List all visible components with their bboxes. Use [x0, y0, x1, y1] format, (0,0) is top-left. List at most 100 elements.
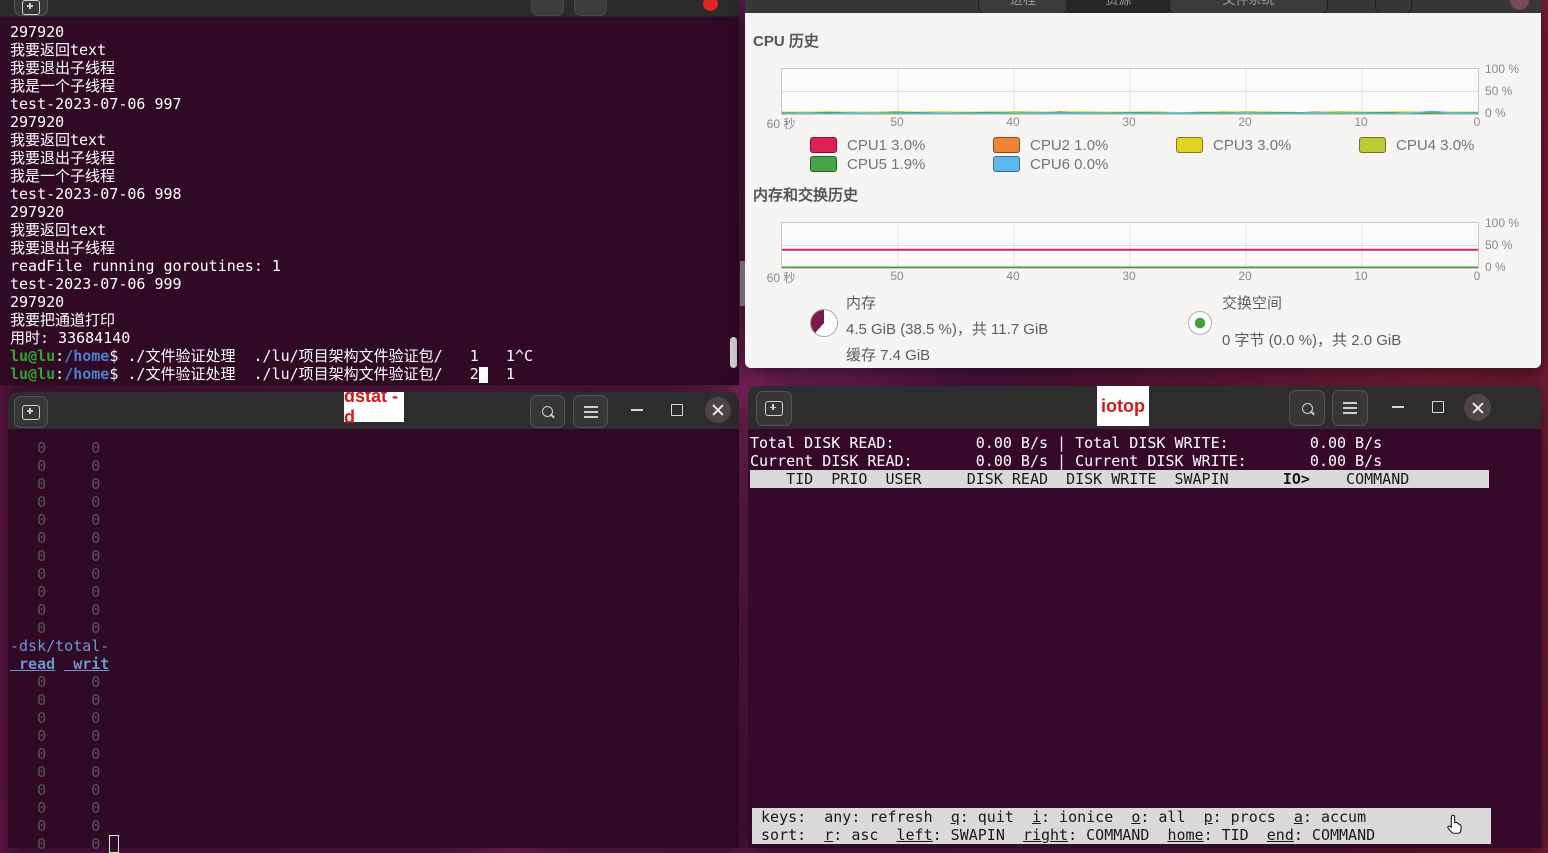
swap-usage: 0 字节 (0.0 %)，共 2.0 GiB: [1222, 329, 1401, 350]
minimize-icon[interactable]: [1392, 406, 1404, 408]
terminal-scrollbar[interactable]: [730, 337, 737, 368]
hamburger-icon: [584, 411, 598, 413]
iotop-terminal-window: iotop Total DISK READ: 0.00 B/s | Total …: [748, 386, 1541, 848]
iotop-footer: keys: any: refresh q: quit i: ionice o: …: [750, 803, 1491, 844]
terminal-headerbar: [0, 0, 739, 17]
menu-button[interactable]: [1332, 390, 1368, 426]
cpu-history-chart: [781, 68, 1479, 115]
search-icon: [542, 406, 553, 417]
hamburger-icon: [1343, 407, 1357, 409]
tab-filesystems-label: 文件系统: [1222, 0, 1274, 8]
terminal-output: 297920我要返回text我要退出子线程我是一个子线程test-2023-07…: [0, 17, 739, 383]
new-tab-button[interactable]: [14, 396, 48, 428]
legend-label: CPU1 3.0%: [847, 137, 925, 154]
avatar-icon: [1510, 0, 1529, 10]
memory-history-chart: [781, 222, 1479, 269]
search-button[interactable]: [530, 395, 565, 428]
swap-label: 交换空间: [1222, 292, 1401, 313]
maximize-icon[interactable]: [1432, 401, 1444, 413]
legend-swatch: [1359, 137, 1386, 153]
close-button[interactable]: [1464, 394, 1491, 421]
legend-swatch: [993, 137, 1020, 153]
dstat-terminal-window: dstat -d 0 0 0 0 0 0 0 0 0 0 0 0 0 0 0 0…: [8, 392, 739, 848]
new-tab-icon: [765, 401, 783, 416]
dstat-headerbar: dstat -d: [8, 392, 739, 429]
cpu-ytick-50: 50 %: [1485, 84, 1512, 98]
close-icon: [711, 403, 725, 417]
x-tick-label: 50: [890, 269, 903, 283]
tab-processes[interactable]: 进程: [978, 0, 1068, 13]
search-button[interactable]: [1289, 390, 1325, 426]
x-tick-label: 50: [890, 115, 903, 129]
mem-ytick-0: 0 %: [1485, 260, 1506, 274]
legend-swatch: [1176, 137, 1203, 153]
cpu-legend: CPU1 3.0% CPU2 1.0% CPU3 3.0% CPU4 3.0% CPU5…: [810, 136, 1542, 173]
memory-label: 内存: [846, 292, 1048, 313]
new-tab-button[interactable]: [756, 391, 792, 426]
unknown-button-2[interactable]: [574, 0, 607, 16]
dstat-output: 0 0 0 0 0 0 0 0 0 0 0 0 0 0 0 0 0 0 0 0 …: [8, 429, 739, 853]
cpu-x-axis: 60 秒50403020100: [781, 115, 1477, 129]
new-tab-button[interactable]: [14, 0, 48, 16]
legend-item: CPU1 3.0%: [810, 136, 993, 154]
memory-usage: 4.5 GiB (38.5 %)，共 11.7 GiB: [846, 318, 1048, 339]
swap-circle-icon: [1188, 311, 1212, 335]
minimize-icon[interactable]: [631, 409, 643, 411]
x-tick-label: 30: [1122, 269, 1135, 283]
recording-indicator-icon: [703, 0, 718, 11]
memory-summary: 内存 4.5 GiB (38.5 %)，共 11.7 GiB 缓存 7.4 Gi…: [810, 292, 1048, 365]
x-tick-label: 10: [1354, 115, 1367, 129]
terminal-window-main: 297920我要返回text我要退出子线程我是一个子线程test-2023-07…: [0, 0, 739, 385]
system-monitor-headerbar: 进程 资源 文件系统: [745, 0, 1541, 13]
close-button[interactable]: [705, 397, 731, 423]
legend-swatch: [810, 137, 837, 153]
maximize-icon[interactable]: [671, 404, 683, 416]
window-title-annotation: dstat -d: [344, 392, 404, 422]
x-tick-label: 60 秒: [767, 269, 796, 286]
legend-label: CPU5 1.9%: [847, 156, 925, 173]
legend-label: CPU2 1.0%: [1030, 137, 1108, 154]
tab-filesystems[interactable]: 文件系统: [1169, 0, 1328, 13]
cpu-history-title: CPU 历史: [753, 30, 819, 51]
legend-label: CPU4 3.0%: [1396, 137, 1474, 154]
x-tick-label: 10: [1354, 269, 1367, 283]
swap-summary: 交换空间 0 字节 (0.0 %)，共 2.0 GiB: [1188, 292, 1401, 350]
iotop-headerbar: iotop: [748, 386, 1541, 429]
memory-cache: 缓存 7.4 GiB: [846, 344, 1048, 365]
menu-button[interactable]: [573, 395, 608, 428]
x-tick-label: 20: [1238, 269, 1251, 283]
close-icon: [1471, 401, 1485, 415]
mem-ytick-100: 100 %: [1485, 216, 1519, 230]
x-tick-label: 60 秒: [767, 115, 796, 132]
legend-item: CPU5 1.9%: [810, 155, 993, 173]
x-tick-label: 40: [1006, 115, 1019, 129]
x-tick-label: 20: [1238, 115, 1251, 129]
unknown-button-1[interactable]: [531, 0, 564, 16]
memory-history-title: 内存和交换历史: [753, 184, 858, 205]
window-edge-handle: [740, 261, 745, 306]
x-tick-label: 0: [1474, 269, 1481, 283]
iotop-output-top: Total DISK READ: 0.00 B/s | Total DISK W…: [748, 429, 1541, 488]
memory-x-axis: 60 秒50403020100: [781, 269, 1477, 283]
memory-pie-icon: [810, 309, 838, 337]
legend-label: CPU3 3.0%: [1213, 137, 1291, 154]
x-tick-label: 0: [1474, 115, 1481, 129]
legend-item: CPU2 1.0%: [993, 136, 1176, 154]
system-monitor-window: 进程 资源 文件系统 CPU 历史 60 秒50403020100 100 % …: [745, 0, 1541, 368]
legend-swatch: [993, 156, 1020, 172]
mouse-cursor-hand-icon: [1444, 811, 1466, 839]
cpu-ytick-100: 100 %: [1485, 62, 1519, 76]
x-tick-label: 30: [1122, 115, 1135, 129]
mem-ytick-50: 50 %: [1485, 238, 1512, 252]
legend-item: CPU4 3.0%: [1359, 136, 1542, 154]
new-tab-icon: [22, 0, 40, 15]
x-tick-label: 40: [1006, 269, 1019, 283]
menu-button[interactable]: [1375, 0, 1412, 13]
legend-item: CPU6 0.0%: [993, 155, 1176, 173]
tab-resources-label: 资源: [1105, 0, 1131, 8]
legend-label: CPU6 0.0%: [1030, 156, 1108, 173]
tab-resources[interactable]: 资源: [1066, 0, 1171, 13]
legend-item: CPU3 3.0%: [1176, 136, 1359, 154]
search-icon: [1302, 403, 1313, 414]
new-tab-icon: [22, 405, 40, 420]
